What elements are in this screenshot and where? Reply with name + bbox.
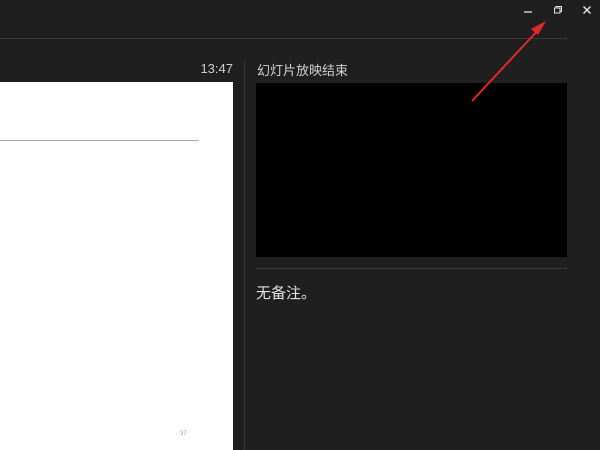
restore-button[interactable] [548,2,568,18]
presenter-view-window: 13:47 37 幻灯片放映结束 无备注。 [0,0,600,450]
slide-page-number: 37 [180,431,187,437]
close-button[interactable] [577,2,597,18]
notes-divider [256,268,567,269]
minimize-icon [523,5,533,15]
restore-icon [553,5,563,15]
current-slide-preview[interactable]: 37 [0,82,233,450]
pane-divider[interactable] [244,62,245,450]
next-slide-label: 幻灯片放映结束 [257,64,349,79]
slide-horizontal-rule [0,140,199,141]
speaker-notes: 无备注。 [256,284,317,302]
next-slide-preview[interactable] [256,83,567,257]
elapsed-time: 13:47 [200,61,233,76]
top-divider [0,38,567,39]
title-bar [0,0,600,22]
close-icon [582,5,592,15]
minimize-button[interactable] [518,2,538,18]
